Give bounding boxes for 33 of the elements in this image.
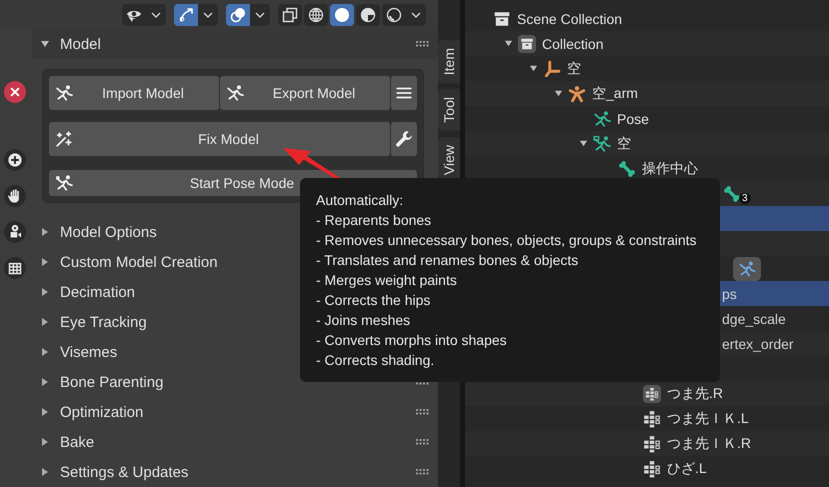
outliner-item-name: 空 <box>567 60 581 78</box>
tooltip-line: - Translates and renames bones & objects <box>316 251 578 270</box>
section-title: Bone Parenting <box>60 374 164 390</box>
outliner-item-name: 空_arm <box>592 84 638 102</box>
outliner-item-name: Pose <box>617 110 649 126</box>
outliner-item-name: Scene Collection <box>517 10 622 26</box>
outliner-item-name: つま先.R <box>667 384 723 402</box>
tooltip-line: - Merges weight paints <box>316 271 457 290</box>
outliner-item-name: つま先ＩＫ.R <box>667 434 751 452</box>
tooltip-line: - Corrects the hips <box>316 291 430 310</box>
section-title: Eye Tracking <box>60 314 147 330</box>
panel-title: Model <box>60 36 101 52</box>
section-title: Settings & Updates <box>60 464 188 480</box>
tooltip-line: - Converts morphs into shapes <box>316 331 507 350</box>
tooltip-line: - Reparents bones <box>316 211 432 230</box>
section-title: Visemes <box>60 344 118 360</box>
section-title: Optimization <box>60 404 144 420</box>
section-title: Model Options <box>60 224 157 240</box>
tooltip-line: - Corrects shading. <box>316 351 434 370</box>
section-title: Decimation <box>60 284 136 300</box>
tooltip-line: - Joins meshes <box>316 311 410 330</box>
outliner-item-name: 空 <box>617 134 631 152</box>
count-badge: 3 <box>739 193 751 204</box>
outliner-item-name: ひざ.L <box>667 460 707 478</box>
outliner-item-name: 操作中心 <box>642 160 698 178</box>
outliner-item-name: ertex_order <box>722 336 794 352</box>
section-title: Bake <box>60 434 94 450</box>
outliner-item-name: ps <box>722 286 737 302</box>
outliner-item-name: dge_scale <box>722 310 786 326</box>
outliner-item-name: Collection <box>542 36 604 52</box>
section-title: Custom Model Creation <box>60 254 218 270</box>
outliner-item-name: つま先ＩＫ.L <box>667 410 749 428</box>
tooltip-line: - Removes unnecessary bones, objects, groups & constraints <box>316 231 697 250</box>
